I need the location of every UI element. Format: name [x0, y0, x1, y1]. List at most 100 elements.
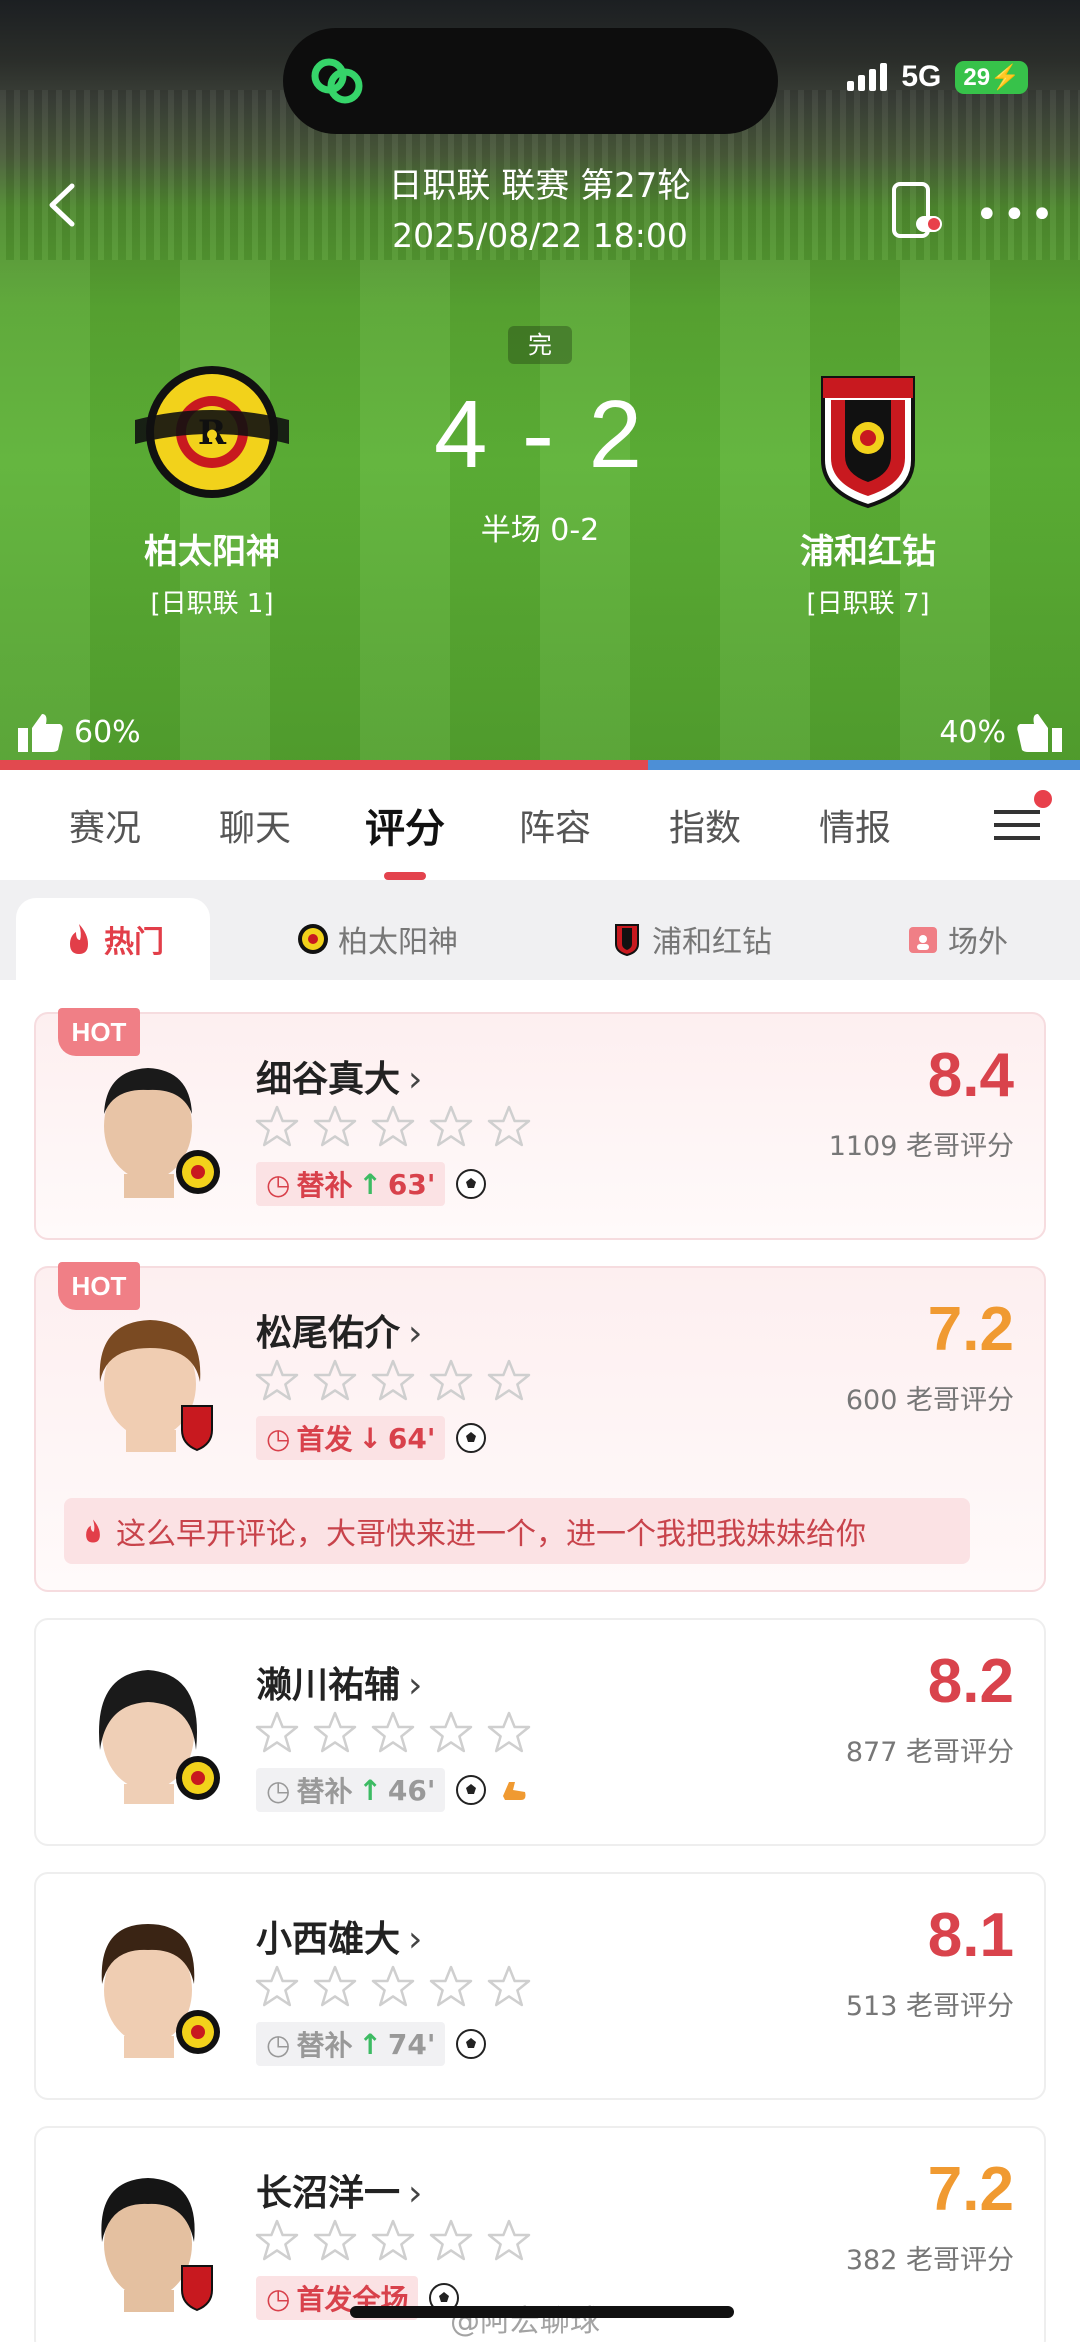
away-team[interactable]: 浦和红钻 [日职联 7]	[738, 360, 998, 620]
player-name[interactable]: 濑川祐辅 ›	[256, 1656, 422, 1708]
star-icon[interactable]	[370, 1964, 416, 2010]
star-icon[interactable]	[370, 1358, 416, 1404]
player-card[interactable]: HOT 松尾佑介 › ◷ 首发 ↓ 64' 7.2 600 老哥评分 这么早开评论…	[34, 1262, 1046, 1592]
rating-stars[interactable]	[254, 1710, 532, 1756]
player-meta: ◷ 替补 ↑ 46'	[256, 1768, 529, 1812]
more-icon[interactable]: •••	[975, 192, 1058, 238]
tab-match-live[interactable]: 赛况	[30, 799, 180, 851]
star-icon[interactable]	[370, 1710, 416, 1756]
tab-intel[interactable]: 情报	[780, 799, 930, 851]
tab-lineup[interactable]: 阵容	[480, 799, 630, 851]
away-vote-button[interactable]: 40%	[939, 710, 1064, 754]
star-icon[interactable]	[370, 2218, 416, 2264]
sub-in-arrow-icon: ↑	[358, 2027, 382, 2061]
star-icon[interactable]	[254, 1358, 300, 1404]
hot-comment[interactable]: 这么早开评论，大哥快来进一个，进一个我把我妹妹给你	[64, 1498, 970, 1564]
star-icon[interactable]	[486, 2218, 532, 2264]
player-rating: 8.4	[927, 1041, 1014, 1110]
subtab-away-team[interactable]: 浦和红钻	[610, 898, 772, 980]
menu-icon[interactable]	[992, 800, 1042, 850]
player-name-text: 松尾佑介	[256, 1313, 401, 1354]
home-team-rank: [日职联 1]	[150, 589, 274, 619]
goal-ball-icon	[456, 1775, 487, 1805]
rating-count: 1109 老哥评分	[828, 1131, 1014, 1162]
clock-icon: ◷	[266, 2281, 291, 2315]
star-icon[interactable]	[486, 1104, 532, 1150]
rating-count: 513 老哥评分	[845, 1991, 1014, 2022]
subtab-hot[interactable]: 热门	[16, 898, 210, 980]
main-tabs: 赛况 聊天 评分 阵容 指数 情报	[0, 770, 1080, 880]
star-icon[interactable]	[428, 1710, 474, 1756]
away-team-rank: [日职联 7]	[806, 589, 930, 619]
goal-ball-icon	[456, 2029, 487, 2059]
rating-count: 382 老哥评分	[845, 2245, 1014, 2276]
star-icon[interactable]	[428, 1104, 474, 1150]
goal-ball-icon	[456, 1169, 487, 1199]
tab-odds[interactable]: 指数	[630, 799, 780, 851]
star-icon[interactable]	[312, 2218, 358, 2264]
chevron-right-icon: ›	[408, 2173, 423, 2214]
player-name[interactable]: 小西雄大 ›	[256, 1910, 422, 1962]
player-name[interactable]: 细谷真大 ›	[256, 1050, 422, 1102]
subtab-home-team[interactable]: 柏太阳神	[296, 898, 458, 980]
player-name-text: 长沼洋一	[256, 2173, 401, 2214]
player-avatar	[101, 1924, 220, 2058]
star-icon[interactable]	[486, 1710, 532, 1756]
star-icon[interactable]	[254, 1964, 300, 2010]
away-team-name: 浦和红钻	[800, 532, 936, 572]
player-name[interactable]: 松尾佑介 ›	[256, 1304, 422, 1356]
rating-stars[interactable]	[254, 1104, 532, 1150]
star-icon[interactable]	[370, 1104, 416, 1150]
star-icon[interactable]	[312, 1710, 358, 1756]
star-icon[interactable]	[428, 2218, 474, 2264]
star-icon[interactable]	[254, 1710, 300, 1756]
player-card[interactable]: HOT 细谷真大 › ◷ 替补 ↑ 63' 8.4 1109 老哥评分	[34, 1008, 1046, 1240]
player-avatar	[99, 1320, 213, 1452]
home-team[interactable]: R ● 柏太阳神 [日职联 1]	[82, 360, 342, 620]
home-vote-button[interactable]: 60%	[16, 710, 141, 754]
star-icon[interactable]	[428, 1964, 474, 2010]
urawa-reds-small-logo	[615, 924, 639, 956]
rating-stars[interactable]	[254, 1964, 532, 2010]
svg-text:●: ●	[206, 427, 217, 442]
network-type: 5G	[901, 60, 942, 93]
clock-icon: ◷	[266, 2027, 291, 2061]
star-icon[interactable]	[312, 1104, 358, 1150]
home-indicator[interactable]	[350, 2306, 734, 2318]
player-card[interactable]: 小西雄大 › ◷ 替补 ↑ 74' 8.1 513 老哥评分	[34, 1872, 1046, 2100]
substitution-chip: ◷ 替补 ↑ 63'	[256, 1162, 446, 1206]
player-name[interactable]: 长沼洋一 ›	[256, 2164, 422, 2216]
sub-minute: 64'	[387, 1421, 436, 1455]
player-role: 替补	[296, 1169, 353, 1202]
rating-stars[interactable]	[254, 2218, 532, 2264]
star-icon[interactable]	[312, 1964, 358, 2010]
subtab-hot-label: 热门	[104, 925, 164, 960]
sub-in-arrow-icon: ↑	[358, 1773, 382, 1807]
tab-ratings[interactable]: 评分	[330, 796, 480, 880]
screen-cast-icon[interactable]	[888, 180, 948, 240]
flame-icon	[86, 1519, 100, 1543]
away-vote-fill	[648, 760, 1080, 770]
star-icon[interactable]	[254, 2218, 300, 2264]
tab-chat[interactable]: 聊天	[180, 799, 330, 851]
star-icon[interactable]	[428, 1358, 474, 1404]
rating-stars[interactable]	[254, 1358, 532, 1404]
flame-icon	[70, 924, 88, 954]
star-icon[interactable]	[486, 1358, 532, 1404]
sub-minute: 63'	[387, 1167, 436, 1201]
chevron-right-icon: ›	[408, 1665, 423, 1706]
clock-icon: ◷	[266, 1773, 291, 1807]
star-icon[interactable]	[312, 1358, 358, 1404]
clock-icon: ◷	[266, 1421, 291, 1455]
player-meta: ◷ 替补 ↑ 74'	[256, 2022, 487, 2066]
player-card[interactable]: 濑川祐辅 › ◷ 替补 ↑ 46' 8.2 877 老哥评分	[34, 1618, 1046, 1846]
star-icon[interactable]	[486, 1964, 532, 2010]
star-icon[interactable]	[254, 1104, 300, 1150]
thumbs-up-icon	[1017, 714, 1062, 752]
clock-icon: ◷	[266, 1167, 291, 1201]
subtab-off-field[interactable]: 场外	[906, 898, 1008, 980]
player-meta: ◷ 首发 ↓ 64'	[256, 1416, 487, 1460]
rating-filter-tabs: 热门 柏太阳神 浦和红钻 场外	[0, 880, 1080, 980]
player-name-text: 小西雄大	[256, 1919, 401, 1960]
goal-ball-icon	[456, 1423, 487, 1453]
